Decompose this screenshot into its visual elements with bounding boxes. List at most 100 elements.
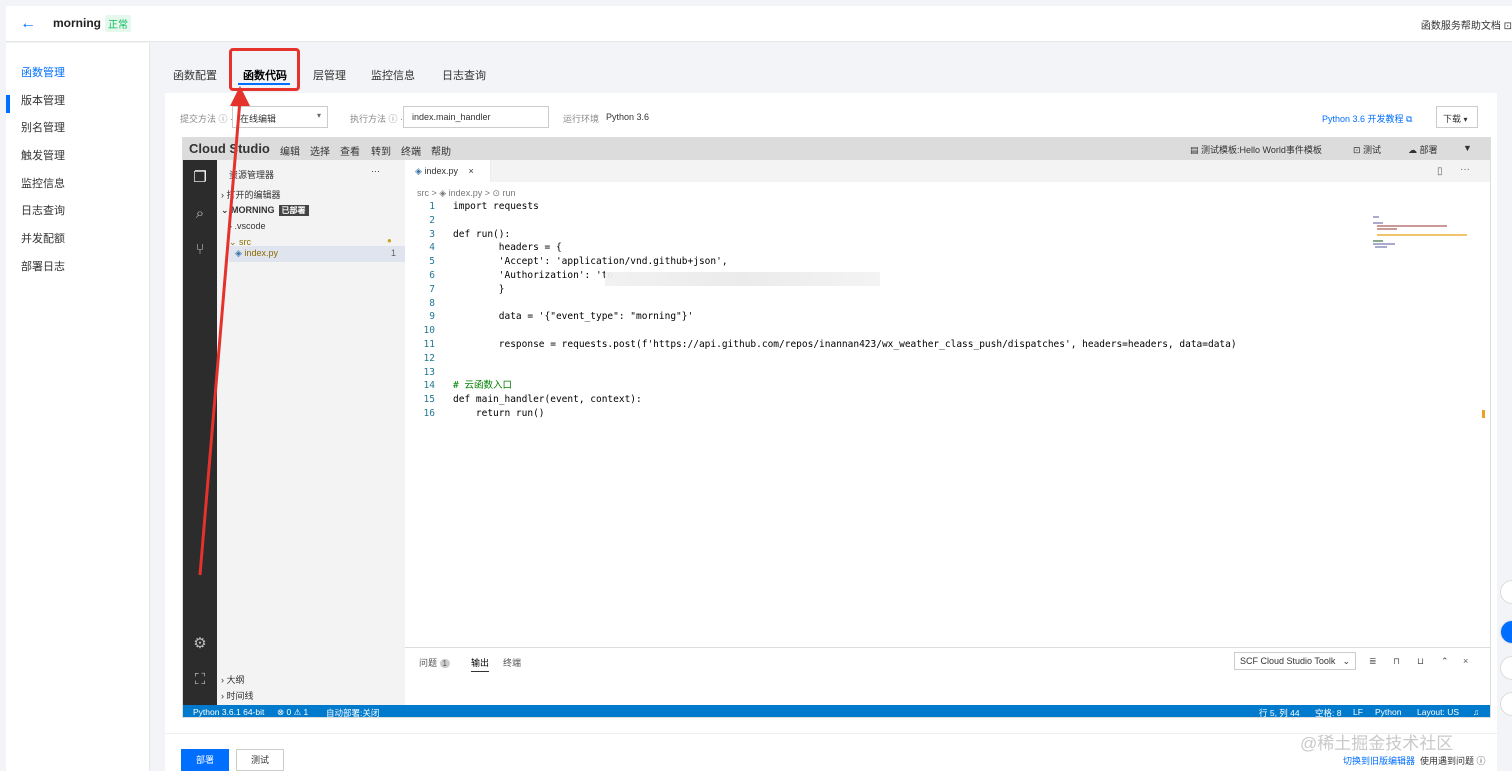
sidebar-item-deploy-log[interactable]: 部署日志: [21, 258, 65, 274]
sidebar-item-logs[interactable]: 日志查询: [21, 202, 65, 218]
close-icon[interactable]: ×: [468, 166, 473, 176]
line-number: 10: [423, 325, 435, 337]
folder-vscode[interactable]: › .vscode: [229, 221, 266, 231]
status-keyboard-layout[interactable]: Layout: US: [1417, 707, 1459, 717]
handler-input[interactable]: index.main_handler: [403, 106, 549, 128]
test-template-label: 测试模板:Hello World事件模板: [1201, 145, 1322, 155]
ide-brand: Cloud Studio: [189, 141, 270, 156]
code-line: 5 'Accept': 'application/vnd.github+json…: [405, 255, 1490, 269]
notification-bell-icon[interactable]: ♫: [1473, 707, 1479, 717]
editor-tab-index-py[interactable]: ◈ index.py ×: [405, 160, 491, 182]
explorer-selected-row[interactable]: ◈ index.py 1: [229, 246, 405, 262]
ide-deploy-label: 部署: [1419, 145, 1438, 155]
ide-deploy-button[interactable]: ☁ 部署: [1408, 143, 1438, 156]
panel-tab-terminal[interactable]: 终端: [503, 656, 521, 669]
status-cursor-position[interactable]: 行 5, 列 44: [1259, 707, 1300, 717]
panel-tab-problems[interactable]: 问题 1: [419, 656, 450, 669]
folder-morning[interactable]: ⌄ MORNING 已部署: [221, 205, 309, 216]
maximize-panel-icon[interactable]: ⌃: [1441, 656, 1449, 667]
python-file-icon: ◈: [415, 166, 422, 176]
code-line: 9 data = '{"event_type": "morning"}': [405, 310, 1490, 324]
source-control-icon[interactable]: ⑂: [190, 240, 210, 260]
minimap: [1373, 216, 1467, 248]
redacted-token-mask: [605, 272, 880, 286]
status-problems[interactable]: ⊗ 0 ⚠ 1: [277, 707, 308, 717]
timeline-section[interactable]: › 时间线: [221, 689, 254, 702]
status-python-version[interactable]: Python 3.6.1 64-bit: [193, 707, 264, 717]
open-editors-label: 打开的编辑器: [226, 190, 281, 200]
sidebar-item-alias[interactable]: 别名管理: [21, 119, 65, 135]
tab-logs[interactable]: 日志查询: [442, 67, 486, 83]
sidebar-item-concurrency[interactable]: 并发配额: [21, 230, 65, 246]
code-text: return run(): [453, 408, 545, 419]
dev-tutorial-link[interactable]: Python 3.6 开发教程 ⧉: [1322, 112, 1412, 125]
line-number: 3: [429, 228, 435, 240]
code-text: import requests: [453, 201, 539, 212]
code-line: 14 # 云函数入口: [405, 379, 1490, 393]
submit-method-select[interactable]: 在线编辑 ▾: [232, 106, 328, 128]
line-number: 11: [423, 339, 435, 350]
status-eol[interactable]: LF: [1353, 707, 1363, 717]
line-number: 15: [423, 394, 435, 406]
tab-layer[interactable]: 层管理: [313, 67, 346, 83]
open-editors-section[interactable]: › 打开的编辑器: [221, 188, 281, 201]
explorer-icon[interactable]: ❐: [190, 168, 210, 188]
sidebar-item-version[interactable]: 版本管理: [21, 92, 65, 108]
copy-icon[interactable]: ⊔: [1417, 656, 1424, 667]
tab-bar: 函数配置 函数代码 层管理 监控信息 日志查询: [150, 43, 1512, 93]
code-editor[interactable]: ◈ index.py × ▯ ··· src > ◈ index.py > ⊙ …: [405, 160, 1490, 705]
runtime-value: Python 3.6: [606, 112, 650, 122]
back-arrow-icon[interactable]: ←: [20, 15, 36, 33]
line-number: 6: [429, 270, 435, 281]
menu-select[interactable]: 选择: [310, 143, 330, 158]
panel-tab-output[interactable]: 输出: [471, 656, 490, 672]
annotation-highlight-box: [229, 48, 300, 91]
download-button[interactable]: 下载 ▾: [1436, 106, 1478, 128]
editor-more-icon[interactable]: ···: [1460, 164, 1470, 175]
menu-help[interactable]: 帮助: [431, 143, 451, 158]
tab-monitor[interactable]: 监控信息: [371, 67, 415, 83]
cloud-studio-ide: Cloud Studio 编辑 选择 查看 转到 终端 帮助 ▤ 测试模板:He…: [182, 137, 1491, 718]
test-template-button[interactable]: ▤ 测试模板:Hello World事件模板: [1190, 143, 1322, 156]
explorer-title: 资源管理器: [229, 170, 275, 180]
lock-icon[interactable]: ⊓: [1393, 656, 1400, 667]
ide-test-button[interactable]: ⊡ 测试: [1353, 143, 1381, 156]
explorer-more-icon[interactable]: ···: [371, 166, 380, 176]
close-panel-icon[interactable]: ×: [1463, 656, 1468, 666]
help-doc-link[interactable]: 函数服务帮助文档 ⊡: [1421, 17, 1512, 32]
output-channel-select[interactable]: SCF Cloud Studio Toolk ⌄: [1234, 652, 1356, 670]
outline-label: 大纲: [226, 675, 245, 685]
menu-view[interactable]: 查看: [340, 143, 360, 158]
line-number: 8: [429, 297, 435, 309]
search-icon[interactable]: ⌕: [190, 204, 210, 224]
clear-output-icon[interactable]: ≣: [1369, 656, 1377, 667]
editor-tab-label: index.py: [424, 166, 458, 176]
test-button[interactable]: 测试: [236, 749, 284, 771]
menu-terminal[interactable]: 终端: [401, 143, 421, 158]
split-editor-icon[interactable]: ▯: [1437, 166, 1443, 177]
deploy-button[interactable]: 部署: [181, 749, 229, 771]
function-name: morning: [53, 16, 101, 30]
feedback-link[interactable]: 使用遇到问题 ⓘ: [1420, 754, 1486, 767]
sidebar-item-function-management[interactable]: 函数管理: [21, 64, 65, 80]
code-text: def run():: [453, 228, 511, 240]
submit-method-label: 提交方法 ⓘ ·: [180, 114, 233, 124]
ide-more-icon[interactable]: ▼: [1463, 143, 1472, 153]
remote-icon[interactable]: ⛶: [190, 670, 210, 690]
deployed-badge: 已部署: [278, 205, 309, 216]
menu-edit[interactable]: 编辑: [280, 143, 300, 158]
sidebar-item-monitor[interactable]: 监控信息: [21, 175, 65, 191]
code-text: # 云函数入口: [453, 380, 512, 392]
line-number: 1: [429, 201, 435, 212]
settings-gear-icon[interactable]: ⚙: [190, 634, 210, 654]
sidebar-item-trigger[interactable]: 触发管理: [21, 147, 65, 163]
tab-function-config[interactable]: 函数配置: [173, 67, 217, 83]
outline-section[interactable]: › 大纲: [221, 673, 245, 686]
code-text: response = requests.post(f'https://api.g…: [453, 339, 1237, 350]
menu-goto[interactable]: 转到: [371, 143, 391, 158]
switch-old-editor-link[interactable]: 切换到旧版编辑器: [1343, 754, 1415, 767]
status-autodeploy[interactable]: 自动部署:关闭: [326, 707, 379, 717]
status-indentation[interactable]: 空格: 8: [1315, 707, 1341, 717]
code-line: 12: [405, 352, 1490, 366]
status-language[interactable]: Python: [1375, 707, 1401, 717]
